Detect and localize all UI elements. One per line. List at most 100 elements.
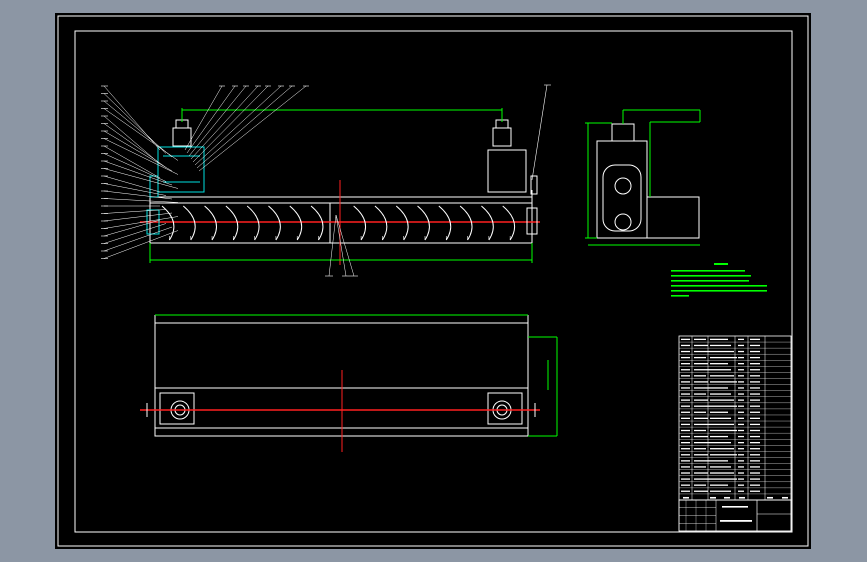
parts-list-cell-text bbox=[710, 478, 737, 480]
parts-list-cell-text bbox=[750, 338, 760, 341]
parts-list-cell-text bbox=[694, 350, 710, 353]
parts-list-cell-text bbox=[710, 466, 731, 468]
parts-list-cell-text bbox=[681, 454, 690, 456]
parts-list-cell-text bbox=[738, 375, 744, 377]
parts-list-cell-text bbox=[750, 478, 760, 480]
parts-list-cell-text bbox=[710, 435, 728, 438]
parts-list-cell-text bbox=[710, 441, 731, 444]
parts-list-cell-text bbox=[681, 490, 690, 492]
parts-list-cell-text bbox=[694, 393, 706, 395]
parts-list-cell-text bbox=[694, 338, 706, 341]
title-block-text bbox=[720, 520, 752, 522]
parts-list-cell-text bbox=[738, 344, 744, 347]
parts-list-cell-text bbox=[681, 435, 690, 438]
parts-list-cell-text bbox=[681, 399, 690, 401]
parts-list-cell-text bbox=[738, 454, 744, 456]
parts-list-cell-text bbox=[750, 460, 760, 462]
parts-list-cell-text bbox=[710, 369, 731, 371]
technical-requirements-heading bbox=[714, 263, 728, 265]
parts-list-cell-text bbox=[750, 375, 760, 377]
parts-list-cell-text bbox=[710, 399, 734, 401]
parts-list-cell-text bbox=[681, 417, 690, 419]
parts-list-cell-text bbox=[710, 454, 737, 456]
parts-list-cell-text bbox=[694, 435, 708, 438]
cad-viewport[interactable] bbox=[0, 0, 867, 562]
parts-list-cell-text bbox=[694, 411, 706, 413]
title-block-text bbox=[722, 506, 748, 508]
parts-list-cell-text bbox=[750, 429, 760, 432]
cad-drawing-canvas[interactable] bbox=[0, 0, 867, 562]
parts-list-cell-text bbox=[738, 472, 744, 474]
parts-list-cell-text bbox=[694, 429, 706, 432]
parts-list-cell-text bbox=[750, 472, 760, 474]
parts-list-cell-text bbox=[681, 466, 690, 468]
parts-list-cell-text bbox=[681, 411, 690, 413]
parts-list-cell-text bbox=[750, 363, 760, 365]
parts-list-cell-text bbox=[710, 350, 734, 353]
parts-list-cell-text bbox=[694, 399, 708, 401]
parts-list-cell-text bbox=[681, 375, 690, 377]
parts-list-cell-text bbox=[694, 381, 708, 383]
parts-list-cell-text bbox=[738, 490, 744, 492]
parts-list-cell-text bbox=[681, 356, 690, 359]
parts-list-cell-text bbox=[738, 423, 744, 426]
parts-list-cell-text bbox=[694, 423, 710, 426]
parts-list-cell-text bbox=[738, 411, 744, 413]
parts-list-cell-text bbox=[710, 490, 731, 492]
parts-list-cell-text bbox=[681, 405, 690, 407]
parts-list-cell-text bbox=[710, 423, 734, 426]
parts-list-cell-text bbox=[681, 429, 690, 432]
parts-list-cell-text bbox=[750, 435, 760, 438]
parts-list-cell-text bbox=[750, 344, 760, 347]
parts-list-header-text bbox=[767, 496, 773, 499]
parts-list-cell-text bbox=[738, 466, 744, 468]
parts-list-cell-text bbox=[681, 338, 690, 341]
parts-list-cell-text bbox=[694, 478, 710, 480]
parts-list-cell-text bbox=[738, 350, 744, 353]
parts-list-cell-text bbox=[694, 472, 708, 474]
parts-list-cell-text bbox=[738, 478, 744, 480]
parts-list-cell-text bbox=[710, 387, 728, 389]
parts-list-cell-text bbox=[738, 399, 744, 401]
parts-list-cell-text bbox=[738, 356, 744, 359]
parts-list-cell-text bbox=[750, 411, 760, 413]
parts-list-cell-text bbox=[681, 472, 690, 474]
parts-list-cell-text bbox=[710, 363, 728, 365]
parts-list-cell-text bbox=[750, 448, 760, 450]
parts-list-cell-text bbox=[694, 344, 708, 347]
parts-list-cell-text bbox=[710, 448, 734, 450]
parts-list-cell-text bbox=[738, 435, 744, 438]
technical-requirement-line bbox=[671, 275, 751, 277]
parts-list-header-text bbox=[683, 496, 689, 499]
parts-list-cell-text bbox=[750, 466, 760, 468]
parts-list-cell-text bbox=[750, 405, 760, 407]
parts-list-cell-text bbox=[750, 399, 760, 401]
parts-list-cell-text bbox=[694, 466, 706, 468]
parts-list-cell-text bbox=[738, 441, 744, 444]
technical-requirement-line bbox=[671, 290, 767, 292]
parts-list-cell-text bbox=[710, 356, 737, 359]
parts-list-cell-text bbox=[710, 411, 728, 413]
parts-list-cell-text bbox=[710, 472, 734, 474]
parts-list-header-text bbox=[782, 496, 788, 499]
parts-list-cell-text bbox=[710, 484, 728, 486]
parts-list-cell-text bbox=[681, 387, 690, 389]
parts-list-cell-text bbox=[681, 423, 690, 426]
parts-list-cell-text bbox=[738, 484, 744, 486]
parts-list-cell-text bbox=[694, 484, 706, 486]
parts-list-cell-text bbox=[738, 460, 744, 462]
parts-list-cell-text bbox=[750, 393, 760, 395]
technical-requirement-line bbox=[671, 270, 745, 272]
parts-list-header-text bbox=[724, 496, 730, 499]
technical-requirement-line bbox=[671, 295, 689, 297]
parts-list-cell-text bbox=[750, 417, 760, 419]
parts-list-cell-text bbox=[710, 393, 731, 395]
parts-list-cell-text bbox=[750, 387, 760, 389]
parts-list-cell-text bbox=[750, 369, 760, 371]
parts-list-header-text bbox=[710, 496, 716, 499]
parts-list-cell-text bbox=[750, 484, 760, 486]
parts-list-cell-text bbox=[681, 478, 690, 480]
parts-list-cell-text bbox=[750, 441, 760, 444]
parts-list-cell-text bbox=[681, 350, 690, 353]
parts-list-cell-text bbox=[750, 454, 760, 456]
